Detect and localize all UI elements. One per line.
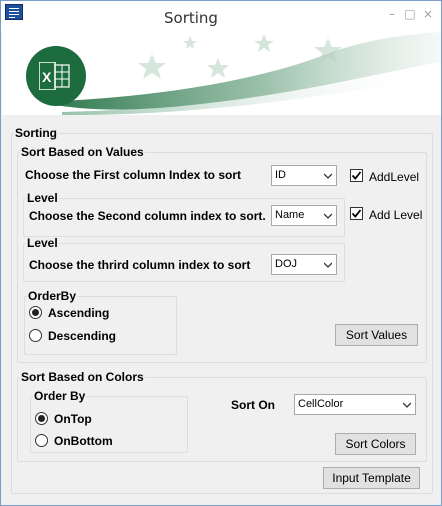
check-icon [351,209,362,218]
sorting-group-legend: Sorting [15,126,57,140]
sort-on-value: CellColor [298,398,344,410]
second-column-dropdown[interactable]: Name [271,205,337,226]
onbottom-radio[interactable] [35,434,48,447]
third-column-dropdown[interactable]: DOJ [271,254,337,275]
values-orderby-group: OrderBy [24,289,177,355]
third-column-label: Choose the thrird column index to sort [29,258,251,272]
third-column-value: DOJ [275,258,297,270]
ascending-label: Ascending [48,306,110,320]
minimize-button[interactable]: – [385,7,399,21]
second-column-label: Choose the Second column index to sort. [29,209,266,223]
addlevel-1-label: AddLevel [369,170,420,184]
svg-text:X: X [42,69,52,85]
values-orderby-legend: OrderBy [28,289,77,303]
chevron-down-icon [324,213,332,219]
title-bar[interactable]: Sorting – □ × [1,1,441,32]
sorting-window: Sorting – □ × X Sorting Sort Based on Va… [0,0,442,506]
first-column-dropdown[interactable]: ID [271,165,337,186]
first-column-value: ID [275,169,286,181]
onbottom-label: OnBottom [54,434,113,448]
addlevel-1-checkbox[interactable] [350,169,363,182]
level-3-legend: Level [27,236,58,250]
ontop-radio[interactable] [35,412,48,425]
check-icon [351,171,362,180]
excel-icon: X [26,46,86,106]
addlevel-2-checkbox[interactable] [350,207,363,220]
sort-values-legend: Sort Based on Values [21,145,144,159]
chevron-down-icon [403,402,411,408]
descending-radio[interactable] [29,329,42,342]
main-panel: Sorting Sort Based on Values Choose the … [2,115,441,505]
second-column-value: Name [275,209,305,221]
input-template-button[interactable]: Input Template [323,467,420,489]
sort-values-button[interactable]: Sort Values [335,324,418,346]
header-banner: X [2,32,441,115]
close-button[interactable]: × [421,7,435,21]
chevron-down-icon [324,173,332,179]
window-title: Sorting [164,9,218,27]
sort-colors-legend: Sort Based on Colors [21,370,144,384]
descending-label: Descending [48,329,117,343]
sort-on-label: Sort On [231,398,275,412]
addlevel-2-label: Add Level [369,208,423,222]
ascending-radio[interactable] [29,306,42,319]
chevron-down-icon [324,262,332,268]
sort-colors-button[interactable]: Sort Colors [335,433,416,455]
sort-on-dropdown[interactable]: CellColor [294,394,416,415]
level-2-legend: Level [27,191,58,205]
maximize-button[interactable]: □ [403,7,417,21]
ontop-label: OnTop [54,412,92,426]
colors-orderby-legend: Order By [34,389,86,403]
first-column-label: Choose the First column Index to sort [25,168,242,182]
